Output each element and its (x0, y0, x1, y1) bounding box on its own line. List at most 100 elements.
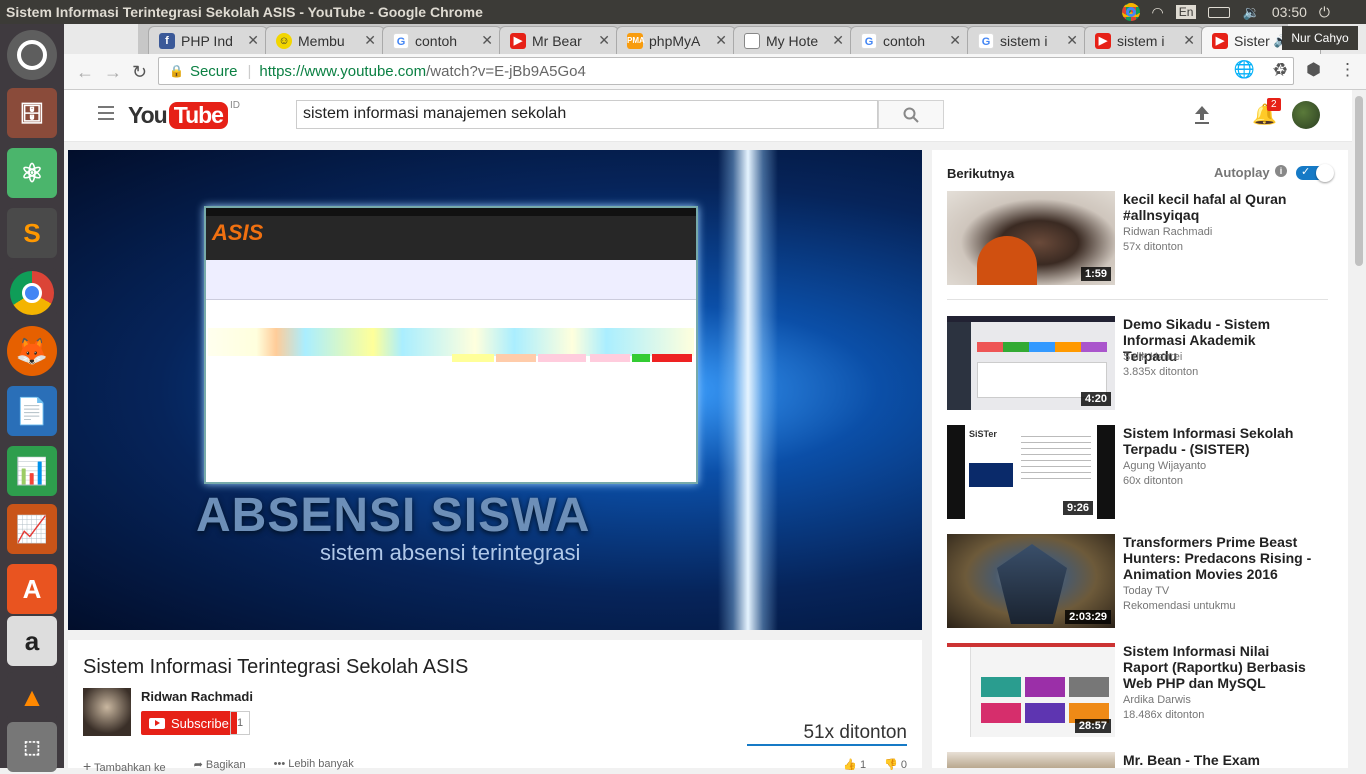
video-player[interactable]: ASIS ABSENSI SISWA sistem absensi terint… (68, 150, 922, 630)
thumbs-down-icon: 👎 (884, 759, 898, 771)
like-dislike: 👍 1 👎 0 (843, 758, 907, 771)
video-duration: 9:26 (1062, 501, 1093, 515)
video-thumbnail[interactable]: 28:57 (947, 643, 1115, 737)
atom-icon[interactable]: ⚛ (7, 148, 57, 198)
omnibox[interactable]: 🔒 Secure | https://www.youtube.com/watch… (158, 57, 1294, 85)
video-title[interactable]: Sistem Informasi Sekolah Terpadu - (SIST… (1123, 425, 1313, 457)
video-title[interactable]: Sistem Informasi Nilai Raport (Raportku)… (1123, 643, 1313, 691)
related-video[interactable]: 4:20 Demo Sikadu - Sistem Informasi Akad… (947, 316, 1337, 411)
libreoffice-writer-icon[interactable]: 📄 (7, 386, 57, 436)
video-title[interactable]: kecil kecil hafal al Quran #allnsyiqaq (1123, 191, 1313, 223)
keyboard-layout[interactable]: En (1175, 5, 1197, 19)
video-thumbnail[interactable] (947, 752, 1115, 768)
chrome-tray-icon[interactable] (1121, 3, 1140, 21)
close-icon[interactable]: ✕ (1183, 32, 1195, 49)
search-button[interactable] (878, 100, 944, 129)
video-thumbnail[interactable]: 4:20 (947, 316, 1115, 410)
libreoffice-impress-icon[interactable]: 📈 (7, 504, 57, 554)
video-title: Sistem Informasi Terintegrasi Sekolah AS… (83, 656, 469, 678)
scrollbar-thumb[interactable] (1355, 96, 1363, 266)
video-channel: Agung Wijayanto (1123, 460, 1207, 472)
youtube-logo[interactable]: You Tube ID (128, 100, 240, 130)
forward-icon[interactable]: → (104, 62, 122, 83)
tab[interactable]: ▶ sistem i ✕ (1084, 26, 1204, 54)
tab[interactable]: My Hote ✕ (733, 26, 853, 54)
chrome-menu-icon[interactable]: ⋮ (1339, 60, 1356, 80)
lock-icon[interactable]: 🔒 (169, 64, 184, 78)
close-icon[interactable]: ✕ (715, 32, 727, 49)
video-title[interactable]: Transformers Prime Beast Hunters: Predac… (1123, 534, 1313, 582)
tab[interactable]: PMA phpMyA ✕ (616, 26, 736, 54)
subscribe-button[interactable]: Subscribe (141, 711, 237, 735)
google-icon: G (978, 32, 994, 49)
recycle-icon[interactable]: ♻ (1273, 60, 1288, 80)
share-button[interactable]: ➦ Bagikan (194, 758, 246, 774)
ubuntu-dash-icon[interactable] (7, 30, 57, 80)
power-icon[interactable]: ⏻ (1319, 4, 1330, 21)
amazon-icon[interactable]: a (7, 616, 57, 666)
files-icon[interactable]: 🗄 (7, 88, 57, 138)
page-scrollbar[interactable] (1352, 90, 1366, 768)
workspaces-icon[interactable]: ⬚ (7, 722, 57, 772)
software-center-icon[interactable]: A (7, 564, 57, 614)
tab[interactable]: ▶ Mr Bear ✕ (499, 26, 619, 54)
reload-icon[interactable]: ↻ (132, 62, 147, 83)
video-title[interactable]: Mr. Bean - The Exam (1123, 752, 1313, 768)
related-video[interactable]: 1:59 kecil kecil hafal al Quran #allnsyi… (947, 191, 1337, 286)
related-video[interactable]: SiSTer 9:26 Sistem Informasi Sekolah Ter… (947, 425, 1337, 520)
related-videos-sidebar: Berikutnya Autoplay i ✓ 1:59 kecil kecil… (932, 150, 1348, 768)
channel-avatar[interactable] (83, 688, 131, 736)
add-to-button[interactable]: + Tambahkan ke (83, 758, 166, 774)
tab[interactable]: G contoh ✕ (850, 26, 970, 54)
sublime-text-icon[interactable]: S (7, 208, 57, 258)
like-button[interactable]: 👍 1 (843, 758, 866, 771)
close-icon[interactable]: ✕ (949, 32, 961, 49)
close-icon[interactable]: ✕ (1066, 32, 1078, 49)
vlc-icon[interactable]: ▲ (7, 672, 57, 722)
volume-icon[interactable]: 🔉 (1242, 4, 1259, 21)
close-icon[interactable]: ✕ (481, 32, 493, 49)
video-thumbnail[interactable]: SiSTer 9:26 (947, 425, 1115, 519)
close-icon[interactable]: ✕ (598, 32, 610, 49)
more-button[interactable]: ••• Lebih banyak (274, 758, 354, 774)
tab[interactable]: G contoh ✕ (382, 26, 502, 54)
view-count: 51x ditonton (803, 722, 907, 743)
related-video[interactable]: 2:03:29 Transformers Prime Beast Hunters… (947, 534, 1337, 629)
cube-icon[interactable]: ⬢ (1306, 60, 1321, 80)
related-video[interactable]: 28:57 Sistem Informasi Nilai Raport (Rap… (947, 643, 1337, 738)
profile-button[interactable]: Nur Cahyo (1282, 26, 1358, 50)
close-icon[interactable]: ✕ (247, 32, 259, 49)
wifi-icon[interactable]: ◠ (1152, 4, 1164, 21)
tab[interactable]: G sistem i ✕ (967, 26, 1087, 54)
light-streak (718, 150, 778, 630)
video-thumbnail[interactable]: 2:03:29 (947, 534, 1115, 628)
video-thumbnail[interactable]: 1:59 (947, 191, 1115, 285)
battery-icon[interactable] (1208, 6, 1231, 18)
add-to-label: Tambahkan ke (94, 762, 166, 774)
tab-label: sistem i (1000, 32, 1048, 49)
close-icon[interactable]: ✕ (364, 32, 376, 49)
tab-label: My Hote (766, 32, 819, 49)
secure-label: Secure (189, 62, 238, 80)
extensions: 🌐 ♻ ⬢ ⋮ (1234, 60, 1356, 80)
channel-name[interactable]: Ridwan Rachmadi (141, 689, 253, 704)
firefox-icon[interactable]: 🦊 (7, 326, 57, 376)
globe-icon[interactable]: 🌐 (1234, 60, 1255, 80)
chrome-icon[interactable] (7, 268, 57, 318)
autoplay-toggle[interactable]: ✓ (1296, 164, 1334, 182)
tab[interactable]: f PHP Ind ✕ (148, 26, 268, 54)
search-input[interactable]: sistem informasi manajemen sekolah (296, 100, 878, 129)
info-icon[interactable]: i (1275, 165, 1287, 177)
dislike-button[interactable]: 👎 0 (884, 758, 907, 771)
libreoffice-calc-icon[interactable]: 📊 (7, 446, 57, 496)
address-toolbar: ← → ↻ 🔒 Secure | https://www.youtube.com… (64, 54, 1366, 90)
phpmyadmin-icon: PMA (627, 32, 645, 49)
account-avatar[interactable] (1292, 101, 1320, 129)
tab[interactable]: ☺ Membu ✕ (265, 26, 385, 54)
hamburger-menu-icon[interactable] (98, 106, 114, 120)
close-icon[interactable]: ✕ (832, 32, 844, 49)
related-video[interactable]: Mr. Bean - The Exam (947, 752, 1337, 768)
clock[interactable]: 03:50 (1272, 4, 1307, 20)
upload-icon[interactable] (1192, 104, 1212, 126)
back-icon[interactable]: ← (76, 62, 94, 83)
